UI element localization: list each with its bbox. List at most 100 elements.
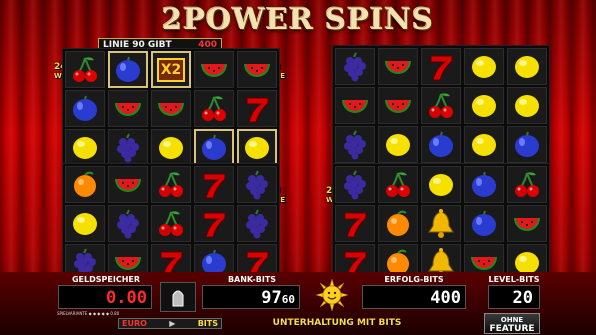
reel-cell [237, 90, 277, 127]
sun-logo-icon [316, 279, 348, 311]
grapes-icon [246, 209, 268, 238]
plum-icon [202, 134, 226, 160]
reel-cell [335, 166, 375, 203]
orange-icon [387, 210, 409, 236]
melon-icon [201, 63, 227, 77]
reel-cell [464, 126, 504, 163]
reel-cell [507, 126, 547, 163]
cherry-icon [73, 56, 97, 82]
bank-bits-value: 97 [261, 288, 282, 308]
reel-panel-top-right [332, 45, 550, 166]
reel-cell [378, 126, 418, 163]
plum-icon [73, 95, 97, 121]
seven-icon [430, 55, 453, 80]
ohne-feature-button[interactable]: OHNE FEATURE [484, 313, 540, 334]
reel-cell [65, 166, 105, 203]
lemon-icon [245, 136, 269, 159]
level-bits-label: LEVEL-BITS [488, 275, 540, 284]
melon-icon [385, 60, 411, 74]
reel-cell [507, 48, 547, 85]
grapes-icon [344, 52, 366, 81]
reel-cell [65, 90, 105, 127]
reel-cell [378, 205, 418, 242]
reel-cell [421, 126, 461, 163]
feature-label: FEATURE [489, 324, 535, 334]
lemon-icon [472, 133, 496, 156]
euro-label: EURO [122, 319, 147, 328]
reel-cell [151, 129, 191, 166]
reel-cell [65, 205, 105, 242]
game-title: 2POWER SPINS [162, 2, 434, 36]
grapes-icon [117, 209, 139, 238]
reel-cell [421, 87, 461, 124]
melon-icon [115, 102, 141, 116]
reel-cell [421, 166, 461, 203]
bell-icon [428, 208, 454, 238]
cashout-button[interactable] [160, 282, 196, 312]
seven-icon [344, 212, 367, 237]
reel-cell [65, 129, 105, 166]
melon-icon [514, 217, 540, 231]
erfolg-bits-label: ERFOLG-BITS [384, 275, 444, 284]
cherry-icon [429, 92, 453, 118]
orange-icon [74, 171, 96, 197]
reel-cell [65, 51, 105, 88]
reel-cell [507, 87, 547, 124]
cherry-icon [159, 210, 183, 236]
lemon-icon [159, 136, 183, 159]
grapes-icon [246, 170, 268, 199]
lemon-icon [472, 55, 496, 78]
grapes-icon [117, 133, 139, 162]
reel-cell [151, 205, 191, 242]
game-screen: 2POWER SPINS LINIE 90 GIBT 400 243 WEGE … [0, 0, 596, 335]
stack-icon [172, 290, 184, 307]
reel-cell [108, 51, 148, 88]
reel-cell [151, 90, 191, 127]
grapes-icon [344, 130, 366, 159]
multiplier-label: X2 [160, 61, 182, 78]
plum-icon [472, 171, 496, 197]
reel-cell [421, 205, 461, 242]
arrow-right-icon: ▶ [169, 319, 176, 328]
reel-cell [464, 87, 504, 124]
reel-panel-bottom-right [332, 163, 550, 284]
reel-cell [108, 129, 148, 166]
reel-cell [378, 48, 418, 85]
reel-cell: X2 [151, 51, 191, 88]
reel-panel-bottom-left [62, 163, 280, 284]
reel-cell [194, 166, 234, 203]
lemon-icon [515, 94, 539, 117]
euro-bits-toggle[interactable]: EURO ▶ BITS [118, 318, 222, 329]
bits-label: BITS [197, 319, 218, 328]
reel-cell [194, 90, 234, 127]
reel-cell [237, 51, 277, 88]
plum-icon [429, 131, 453, 157]
cherry-icon [159, 171, 183, 197]
seven-icon [203, 173, 226, 198]
reel-cell [194, 129, 234, 166]
reel-cell [464, 166, 504, 203]
reel-cell [151, 166, 191, 203]
erfolg-bits-display: 400 [362, 285, 466, 309]
geldspeicher-display: 0.00 [58, 285, 152, 309]
cherry-icon [386, 171, 410, 197]
seven-icon [203, 212, 226, 237]
bank-bits-cents: 60 [281, 293, 295, 306]
plum-icon [515, 131, 539, 157]
reel-cell [464, 48, 504, 85]
lemon-icon [472, 94, 496, 117]
reel-cell [194, 51, 234, 88]
melon-icon [115, 178, 141, 192]
lemon-icon [429, 173, 453, 196]
cherry-icon [202, 95, 226, 121]
lemon-icon [386, 133, 410, 156]
plum-icon [472, 210, 496, 236]
reel-cell [378, 87, 418, 124]
cherry-icon [515, 171, 539, 197]
reel-cell [237, 166, 277, 203]
reel-cell [108, 90, 148, 127]
reel-cell [335, 87, 375, 124]
reel-cell [108, 205, 148, 242]
reel-cell [335, 48, 375, 85]
bank-bits-label: BANK-BITS [227, 275, 277, 284]
